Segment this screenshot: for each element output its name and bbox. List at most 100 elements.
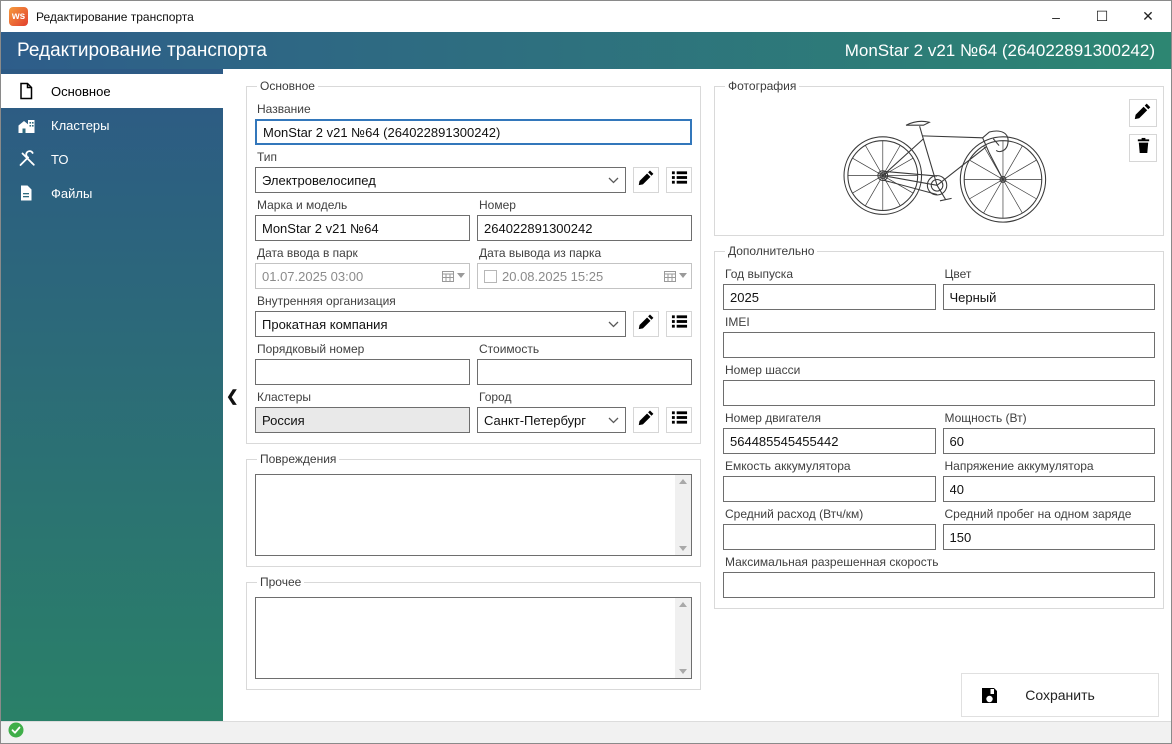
app-icon: ws xyxy=(9,7,28,26)
city-combobox[interactable]: Санкт-Петербург xyxy=(477,407,626,433)
clusters-label: Кластеры xyxy=(257,390,311,404)
type-combobox[interactable]: Электровелосипед xyxy=(255,167,626,193)
max-speed-input[interactable] xyxy=(723,572,1155,598)
serial-input[interactable] xyxy=(255,359,470,385)
group-damage: Повреждения xyxy=(246,452,701,567)
cost-input[interactable] xyxy=(477,359,692,385)
list-icon xyxy=(671,169,688,191)
date-out-picker[interactable]: 20.08.2025 15:25 xyxy=(477,263,692,289)
chassis-label: Номер шасси xyxy=(725,363,801,377)
group-damage-legend: Повреждения xyxy=(260,452,337,466)
number-input[interactable] xyxy=(477,215,692,241)
buildings-icon xyxy=(16,115,36,135)
type-list-button[interactable] xyxy=(666,167,692,193)
clusters-input[interactable] xyxy=(255,407,470,433)
sidebar-item-label: Файлы xyxy=(51,185,93,201)
imei-input[interactable] xyxy=(723,332,1155,358)
window-title: Редактирование транспорта xyxy=(36,9,194,24)
avg-range-input[interactable] xyxy=(942,524,1155,550)
window-controls: – ☐ ✕ xyxy=(1033,1,1171,32)
name-label: Название xyxy=(257,102,311,116)
number-label: Номер xyxy=(479,198,516,212)
file-icon xyxy=(16,183,36,203)
sidebar-item-label: Кластеры xyxy=(51,117,110,133)
sidebar-item-maintenance[interactable]: ТО xyxy=(1,142,223,176)
brand-label: Марка и модель xyxy=(257,198,348,212)
group-photo: Фотография xyxy=(714,79,1164,236)
damage-textarea[interactable] xyxy=(256,475,674,555)
org-combobox[interactable]: Прокатная компания xyxy=(255,311,626,337)
avg-consumption-input[interactable] xyxy=(723,524,936,550)
name-input[interactable] xyxy=(255,119,692,145)
calendar-icon[interactable] xyxy=(442,270,465,282)
avg-consumption-label: Средний расход (Втч/км) xyxy=(725,507,864,521)
color-label: Цвет xyxy=(944,267,972,281)
org-edit-button[interactable] xyxy=(633,311,659,337)
battery-capacity-input[interactable] xyxy=(723,476,936,502)
chevron-down-icon xyxy=(601,321,625,328)
group-main-legend: Основное xyxy=(260,79,315,93)
bicycle-drawing xyxy=(843,120,1047,223)
pencil-icon xyxy=(638,313,655,335)
org-label: Внутренняя организация xyxy=(257,294,396,308)
date-in-picker[interactable]: 01.07.2025 03:00 xyxy=(255,263,470,289)
imei-label: IMEI xyxy=(725,315,750,329)
pencil-icon xyxy=(1134,102,1152,125)
close-button[interactable]: ✕ xyxy=(1125,1,1171,32)
sidebar-item-main[interactable]: Основное xyxy=(1,74,223,108)
chevron-down-icon xyxy=(601,177,625,184)
trash-icon xyxy=(1135,137,1152,159)
power-input[interactable] xyxy=(942,428,1155,454)
year-input[interactable] xyxy=(723,284,936,310)
vehicle-id-label: MonStar 2 v21 №64 (264022891300242) xyxy=(844,40,1155,60)
vehicle-photo xyxy=(723,97,1155,229)
power-label: Мощность (Вт) xyxy=(944,411,1027,425)
other-textarea[interactable] xyxy=(256,598,674,678)
tools-icon xyxy=(16,149,36,169)
sidebar-collapse-handle[interactable]: ❮ xyxy=(226,387,239,405)
app-window: ws Редактирование транспорта – ☐ ✕ Редак… xyxy=(0,0,1172,744)
brand-input[interactable] xyxy=(255,215,470,241)
document-icon xyxy=(16,81,36,101)
list-icon xyxy=(671,313,688,335)
group-other: Прочее xyxy=(246,575,701,690)
date-in-label: Дата ввода в парк xyxy=(257,246,358,260)
sidebar-item-files[interactable]: Файлы xyxy=(1,176,223,210)
sidebar-item-clusters[interactable]: Кластеры xyxy=(1,108,223,142)
chassis-input[interactable] xyxy=(723,380,1155,406)
save-button-label: Сохранить xyxy=(1025,687,1095,703)
city-edit-button[interactable] xyxy=(633,407,659,433)
group-additional: Дополнительно Год выпуска Цвет IMEI xyxy=(714,244,1164,609)
success-check-icon xyxy=(8,722,24,743)
photo-edit-button[interactable] xyxy=(1129,99,1157,127)
group-main: Основное Название Тип Электровелосипед xyxy=(246,79,701,444)
engine-input[interactable] xyxy=(723,428,936,454)
cost-label: Стоимость xyxy=(479,342,540,356)
photo-delete-button[interactable] xyxy=(1129,134,1157,162)
pencil-icon xyxy=(638,169,655,191)
sidebar: Основное Кластеры ТО Файлы xyxy=(1,69,223,721)
avg-range-label: Средний пробег на одном заряде xyxy=(944,507,1132,521)
save-button[interactable]: Сохранить xyxy=(961,673,1159,717)
scrollbar[interactable] xyxy=(675,475,691,555)
max-speed-label: Максимальная разрешенная скорость xyxy=(725,555,939,569)
minimize-button[interactable]: – xyxy=(1033,1,1079,32)
year-label: Год выпуска xyxy=(725,267,793,281)
page-header: Редактирование транспорта MonStar 2 v21 … xyxy=(1,32,1171,69)
city-list-button[interactable] xyxy=(666,407,692,433)
group-other-legend: Прочее xyxy=(260,575,302,589)
maximize-button[interactable]: ☐ xyxy=(1079,1,1125,32)
engine-label: Номер двигателя xyxy=(725,411,822,425)
battery-voltage-input[interactable] xyxy=(942,476,1155,502)
type-label: Тип xyxy=(257,150,278,164)
chevron-down-icon xyxy=(601,417,625,424)
calendar-icon[interactable] xyxy=(664,270,687,282)
content-area: ❮ Основное Название Тип Электровелосипед xyxy=(223,69,1171,721)
org-list-button[interactable] xyxy=(666,311,692,337)
serial-label: Порядковый номер xyxy=(257,342,365,356)
color-input[interactable] xyxy=(942,284,1155,310)
scrollbar[interactable] xyxy=(675,598,691,678)
date-out-checkbox[interactable] xyxy=(484,269,497,283)
group-photo-legend: Фотография xyxy=(728,79,797,93)
type-edit-button[interactable] xyxy=(633,167,659,193)
